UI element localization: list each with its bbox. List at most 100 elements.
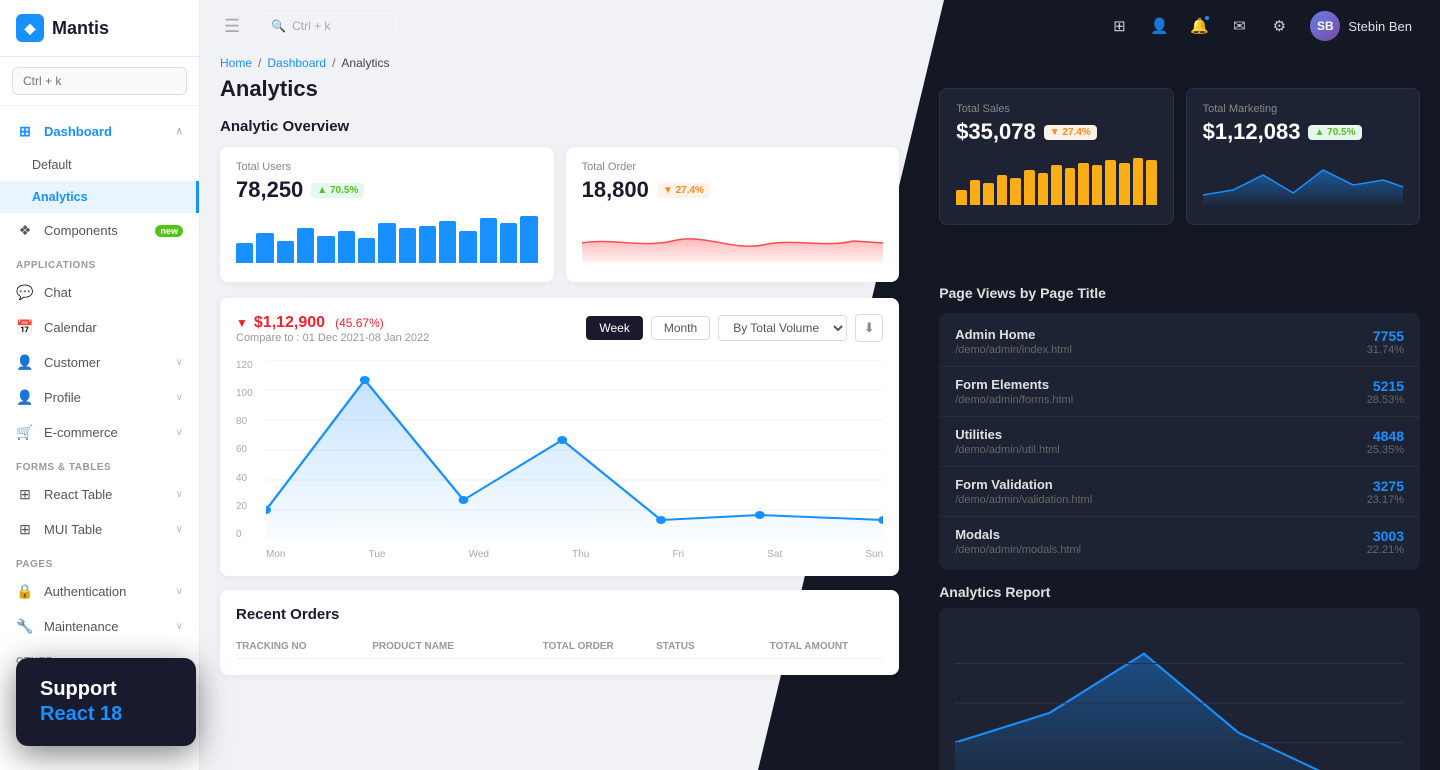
- breadcrumb-home[interactable]: Home: [220, 56, 252, 70]
- page-view-left-5: Modals /demo/admin/modals.html: [955, 527, 1367, 556]
- user-info[interactable]: SB Stebin Ben: [1302, 7, 1420, 45]
- breadcrumb-dashboard[interactable]: Dashboard: [267, 56, 326, 70]
- sidebar-ecommerce-label: E-commerce: [44, 425, 166, 440]
- sidebar-item-maintenance[interactable]: 🔧 Maintenance ∨: [0, 609, 199, 644]
- apps-icon: ⊞: [1113, 17, 1126, 35]
- pv-url-3: /demo/admin/util.html: [955, 444, 1367, 456]
- gear-icon: ⚙: [1273, 17, 1286, 35]
- stat-label-orders: Total Order: [582, 161, 884, 173]
- avatar: SB: [1310, 11, 1340, 41]
- support-toast[interactable]: Support React 18: [16, 658, 196, 746]
- table-header: TRACKING NO PRODUCT NAME TOTAL ORDER STA…: [236, 635, 883, 659]
- chevron-down-icon-6: ∨: [176, 586, 183, 597]
- sidebar-item-customer[interactable]: 👤 Customer ∨: [0, 345, 199, 380]
- analytics-report-chart: [939, 608, 1420, 770]
- bell-button[interactable]: 🔔: [1182, 9, 1216, 43]
- header-search[interactable]: 🔍 Ctrl + k: [256, 13, 396, 39]
- chat-icon: 💬: [16, 284, 34, 301]
- pv-count-4: 3275: [1367, 478, 1404, 494]
- toast-line1: Support: [40, 678, 172, 701]
- pv-url-2: /demo/admin/forms.html: [955, 394, 1367, 406]
- calendar-icon: 📅: [16, 319, 34, 336]
- sales-bar-chart: [956, 155, 1156, 205]
- download-button[interactable]: ⬇: [855, 314, 883, 342]
- sidebar-components-label: Components: [44, 223, 145, 238]
- breadcrumb: Home / Dashboard / Analytics: [220, 56, 899, 70]
- react-table-icon: ⊞: [16, 486, 34, 503]
- pv-count-5: 3003: [1367, 528, 1404, 544]
- stat-card-orders: Total Order 18,800 27.4%: [566, 147, 900, 282]
- stat-value-marketing: $1,12,083: [1203, 119, 1301, 145]
- bar: [520, 216, 537, 264]
- week-button[interactable]: Week: [586, 316, 642, 340]
- pv-title-1: Admin Home: [955, 327, 1367, 342]
- sidebar-item-ecommerce[interactable]: 🛒 E-commerce ∨: [0, 415, 199, 450]
- bar: [378, 223, 395, 263]
- pv-pct-3: 25.35%: [1367, 444, 1404, 456]
- nav-section-pages: Pages: [0, 547, 199, 574]
- apps-button[interactable]: ⊞: [1102, 9, 1136, 43]
- chevron-down-icon-2: ∨: [176, 392, 183, 403]
- bar: [983, 183, 994, 206]
- month-button[interactable]: Month: [651, 316, 710, 340]
- chevron-down-icon-3: ∨: [176, 427, 183, 438]
- search-placeholder: Ctrl + k: [292, 19, 330, 33]
- stat-card-users: Total Users 78,250 70.5%: [220, 147, 554, 282]
- header-left: ☰ 🔍 Ctrl + k: [220, 12, 396, 41]
- search-input[interactable]: [12, 67, 187, 95]
- user-button[interactable]: 👤: [1142, 9, 1176, 43]
- page-title: Analytics: [220, 76, 899, 102]
- sidebar-item-analytics[interactable]: Analytics: [0, 181, 199, 213]
- hamburger-button[interactable]: ☰: [220, 12, 244, 41]
- bar: [399, 228, 416, 263]
- stat-badge-sales: 27.4%: [1044, 125, 1097, 140]
- sidebar-item-chat[interactable]: 💬 Chat: [0, 275, 199, 310]
- mail-button[interactable]: ✉: [1222, 9, 1256, 43]
- sidebar-chat-label: Chat: [44, 285, 183, 300]
- stat-card-sales: Total Sales $35,078 27.4%: [939, 88, 1173, 225]
- bar: [1010, 178, 1021, 206]
- header: ☰ 🔍 Ctrl + k ⊞ 👤 🔔 ✉ ⚙: [200, 0, 1440, 52]
- sidebar-item-authentication[interactable]: 🔒 Authentication ∨: [0, 574, 199, 609]
- sidebar-item-components[interactable]: ❖ Components new: [0, 213, 199, 248]
- report-chart-svg: [955, 624, 1404, 770]
- bar: [358, 238, 375, 263]
- sidebar-item-mui-table[interactable]: ⊞ MUI Table ∨: [0, 512, 199, 547]
- mui-table-icon: ⊞: [16, 521, 34, 538]
- bar: [480, 218, 497, 263]
- components-icon: ❖: [16, 222, 34, 239]
- bar: [1024, 170, 1035, 205]
- sidebar-logo[interactable]: ◆ Mantis: [0, 0, 199, 57]
- sidebar-item-profile[interactable]: 👤 Profile ∨: [0, 380, 199, 415]
- sidebar-item-default[interactable]: Default: [0, 149, 199, 181]
- sidebar-mui-table-label: MUI Table: [44, 522, 166, 537]
- page-view-right-4: 3275 23.17%: [1367, 478, 1404, 506]
- pv-title-4: Form Validation: [955, 477, 1367, 492]
- pv-pct-2: 28.53%: [1367, 394, 1404, 406]
- settings-button[interactable]: ⚙: [1262, 9, 1296, 43]
- breadcrumb-sep-1: /: [258, 56, 261, 70]
- dashboard-icon: ⊞: [16, 123, 34, 140]
- stat-label-marketing: Total Marketing: [1203, 103, 1403, 115]
- orders-area-chart: [582, 213, 884, 263]
- line-chart-svg-wrapper: [266, 360, 883, 540]
- stat-badge-marketing: 70.5%: [1308, 125, 1361, 140]
- bar: [338, 231, 355, 264]
- volume-select[interactable]: By Total Volume: [718, 315, 847, 341]
- col-product: PRODUCT NAME: [372, 641, 542, 652]
- maintenance-icon: 🔧: [16, 618, 34, 635]
- page-view-form-elements: Form Elements /demo/admin/forms.html 521…: [939, 367, 1420, 417]
- pv-title-2: Form Elements: [955, 377, 1367, 392]
- stat-label-sales: Total Sales: [956, 103, 1156, 115]
- sidebar-item-react-table[interactable]: ⊞ React Table ∨: [0, 477, 199, 512]
- pv-url-1: /demo/admin/index.html: [955, 344, 1367, 356]
- sidebar-calendar-label: Calendar: [44, 320, 183, 335]
- sidebar-item-dashboard[interactable]: ⊞ Dashboard ∧: [0, 114, 199, 149]
- bar: [1038, 173, 1049, 206]
- page-views-title: Page Views by Page Title: [939, 285, 1420, 301]
- stat-value-row-orders: 18,800 27.4%: [582, 177, 884, 203]
- new-badge: new: [155, 225, 183, 237]
- page-views-card: Admin Home /demo/admin/index.html 7755 3…: [939, 313, 1420, 570]
- marketing-area-chart: [1203, 155, 1403, 205]
- sidebar-item-calendar[interactable]: 📅 Calendar: [0, 310, 199, 345]
